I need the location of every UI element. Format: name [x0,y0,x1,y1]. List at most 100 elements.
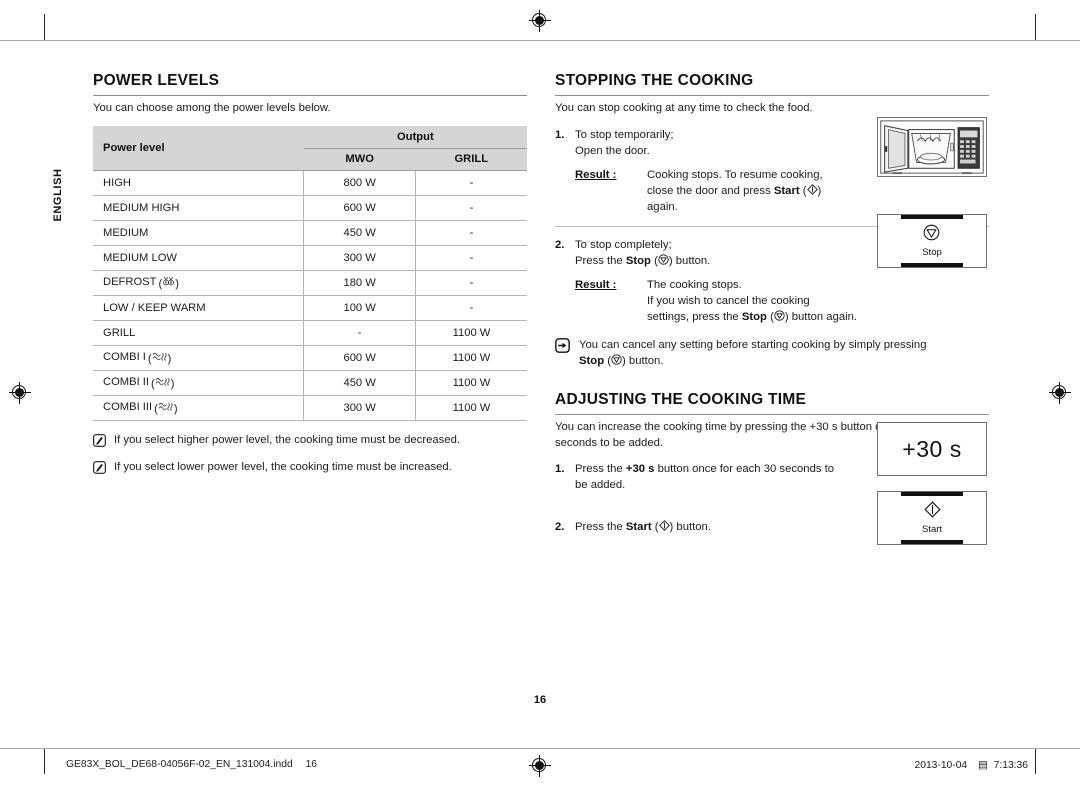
combi-icon: () [151,377,175,390]
power-level-label: MEDIUM HIGH [103,201,180,214]
table-header-row-top: Power level Output [93,125,527,171]
power-levels-table-head: Power level Output MWO GRILL [93,125,527,171]
result-line: The cooking stops. [647,278,742,291]
step-line: To stop completely; [575,238,672,251]
stop-button-face: Stop [922,224,942,258]
stop-icon [774,310,785,323]
page-bottom-rule [0,748,1080,749]
grill-output-cell: 1100 W [415,345,527,371]
cancel-setting-tip: You can cancel any setting before starti… [555,337,989,369]
table-row: DEFROST () 180 W- [93,270,527,296]
note-pencil-icon [93,461,106,475]
power-level-label: COMBI II [103,375,149,388]
note-pencil-icon [93,433,106,447]
step-body: Press the +30 s button once for each 30 … [575,461,887,493]
paren-close: ) button. [622,354,664,367]
grill-output-cell: 1100 W [415,370,527,396]
page-number: 16 [533,694,547,706]
result-line: Cooking stops. To resume cooking, [647,168,823,181]
step-number: 2. [555,238,565,251]
power-levels-table-body: HIGH 800 W - MEDIUM HIGH 600 W - MEDIUM 450 W-M… [93,170,527,421]
mwo-output-cell: 300 W [303,245,417,271]
step-line: To stop temporarily; [575,128,674,141]
power-levels-heading: POWER LEVELS [93,72,527,96]
paren-close: ) button again. [784,310,858,323]
power-level-label: COMBI III [103,400,153,413]
table-row: COMBI II () 450 W 1100 W [93,370,527,396]
start-keyword: Start [625,521,652,534]
grill-output-cell: - [415,170,527,196]
microwave-illustration [877,117,987,177]
paren-open: ( [766,310,774,323]
result-text: The cooking stops. If you wish to cancel… [647,277,989,325]
power-level-label: HIGH [103,176,131,189]
table-row: MEDIUM LOW 300 W- [93,245,527,271]
grill-output-cell: - [415,295,527,321]
crop-mark-bottom-left [44,748,45,774]
stop-icon [611,354,622,367]
registration-mark-right [1049,382,1071,404]
power-level-name-cell: COMBI II () [93,370,305,396]
power-level-name-cell: COMBI III () [93,395,305,421]
power-level-name-cell: GRILL [93,320,305,346]
mwo-output-cell: 180 W [303,270,417,296]
button-bar-top [901,215,963,219]
result-line-pre: settings, press the [647,310,742,323]
defrost-icon: () [158,276,179,290]
adjusting-heading: ADJUSTING THE COOKING TIME [555,391,989,415]
start-button-face: Start [922,501,942,535]
tip-text: You can cancel any setting before starti… [579,337,989,369]
footer-meridiem-glyph: ▤ [978,760,988,771]
mwo-output-cell: 600 W [303,345,417,371]
button-bar-top [901,492,963,496]
paren-close: ) button. [669,521,711,534]
power-level-name-cell: MEDIUM LOW [93,245,305,271]
grill-output-cell: - [415,270,527,296]
start-icon [806,183,818,197]
start-icon [658,520,670,533]
stop-button-caption: Stop [922,247,942,258]
power-level-name-cell: MEDIUM [93,220,305,246]
paren-open: ( [604,354,612,367]
mwo-output-cell: 300 W [303,395,417,421]
combi-icon: () [147,352,172,365]
step-line: be added. [575,479,626,492]
paren-open: ( [650,254,658,267]
paren-close: ) button. [668,254,711,267]
result-line-pre: close the door and press [647,184,774,197]
grill-output-cell: - [415,220,527,246]
step-line-pre: Press the [575,521,626,534]
stopping-heading: STOPPING THE COOKING [555,72,989,96]
crop-mark-top-right [1035,14,1036,40]
note-text: If you select higher power level, the co… [114,433,460,446]
plus30-keyword: +30 s [625,463,655,476]
footer-filename-block: GE83X_BOL_DE68-04056F-02_EN_131004.indd … [66,759,317,770]
column-header-grill: GRILL [415,148,527,171]
stop-button-illustration: Stop [877,214,987,268]
stopping-intro: You can stop cooking at any time to chec… [555,102,813,114]
step-line: Press the Stop () button. [575,254,711,267]
mwo-output-cell: 600 W [303,195,417,221]
step-line-pre: Press the [575,463,626,476]
grill-output-cell: - [415,195,527,221]
table-row: LOW / KEEP WARM 100 W- [93,295,527,321]
plus30-button-illustration: +30 s [877,422,987,476]
mwo-output-cell: 450 W [303,220,417,246]
paren-close: ) [817,184,822,197]
table-row: COMBI I () 600 W 1100 W [93,345,527,371]
mwo-output-cell: 800 W [303,170,417,196]
paren-open: ( [799,184,807,197]
power-level-label: GRILL [103,326,136,339]
result-line: again. [647,200,678,213]
footer-date: 2013-10-04 [914,760,968,771]
result-line: settings, press the Stop () button again… [647,310,858,323]
stop-icon [923,224,940,246]
button-bar-bottom [901,263,963,267]
start-icon [923,501,941,523]
tip-line: You can cancel any setting before starti… [579,338,927,351]
table-row: GRILL -1100 W [93,320,527,346]
stop-keyword: Stop [579,354,605,367]
note-row: If you select higher power level, the co… [93,433,527,449]
mwo-output-cell: 100 W [303,295,417,321]
table-row: COMBI III () 300 W 1100 W [93,395,527,421]
